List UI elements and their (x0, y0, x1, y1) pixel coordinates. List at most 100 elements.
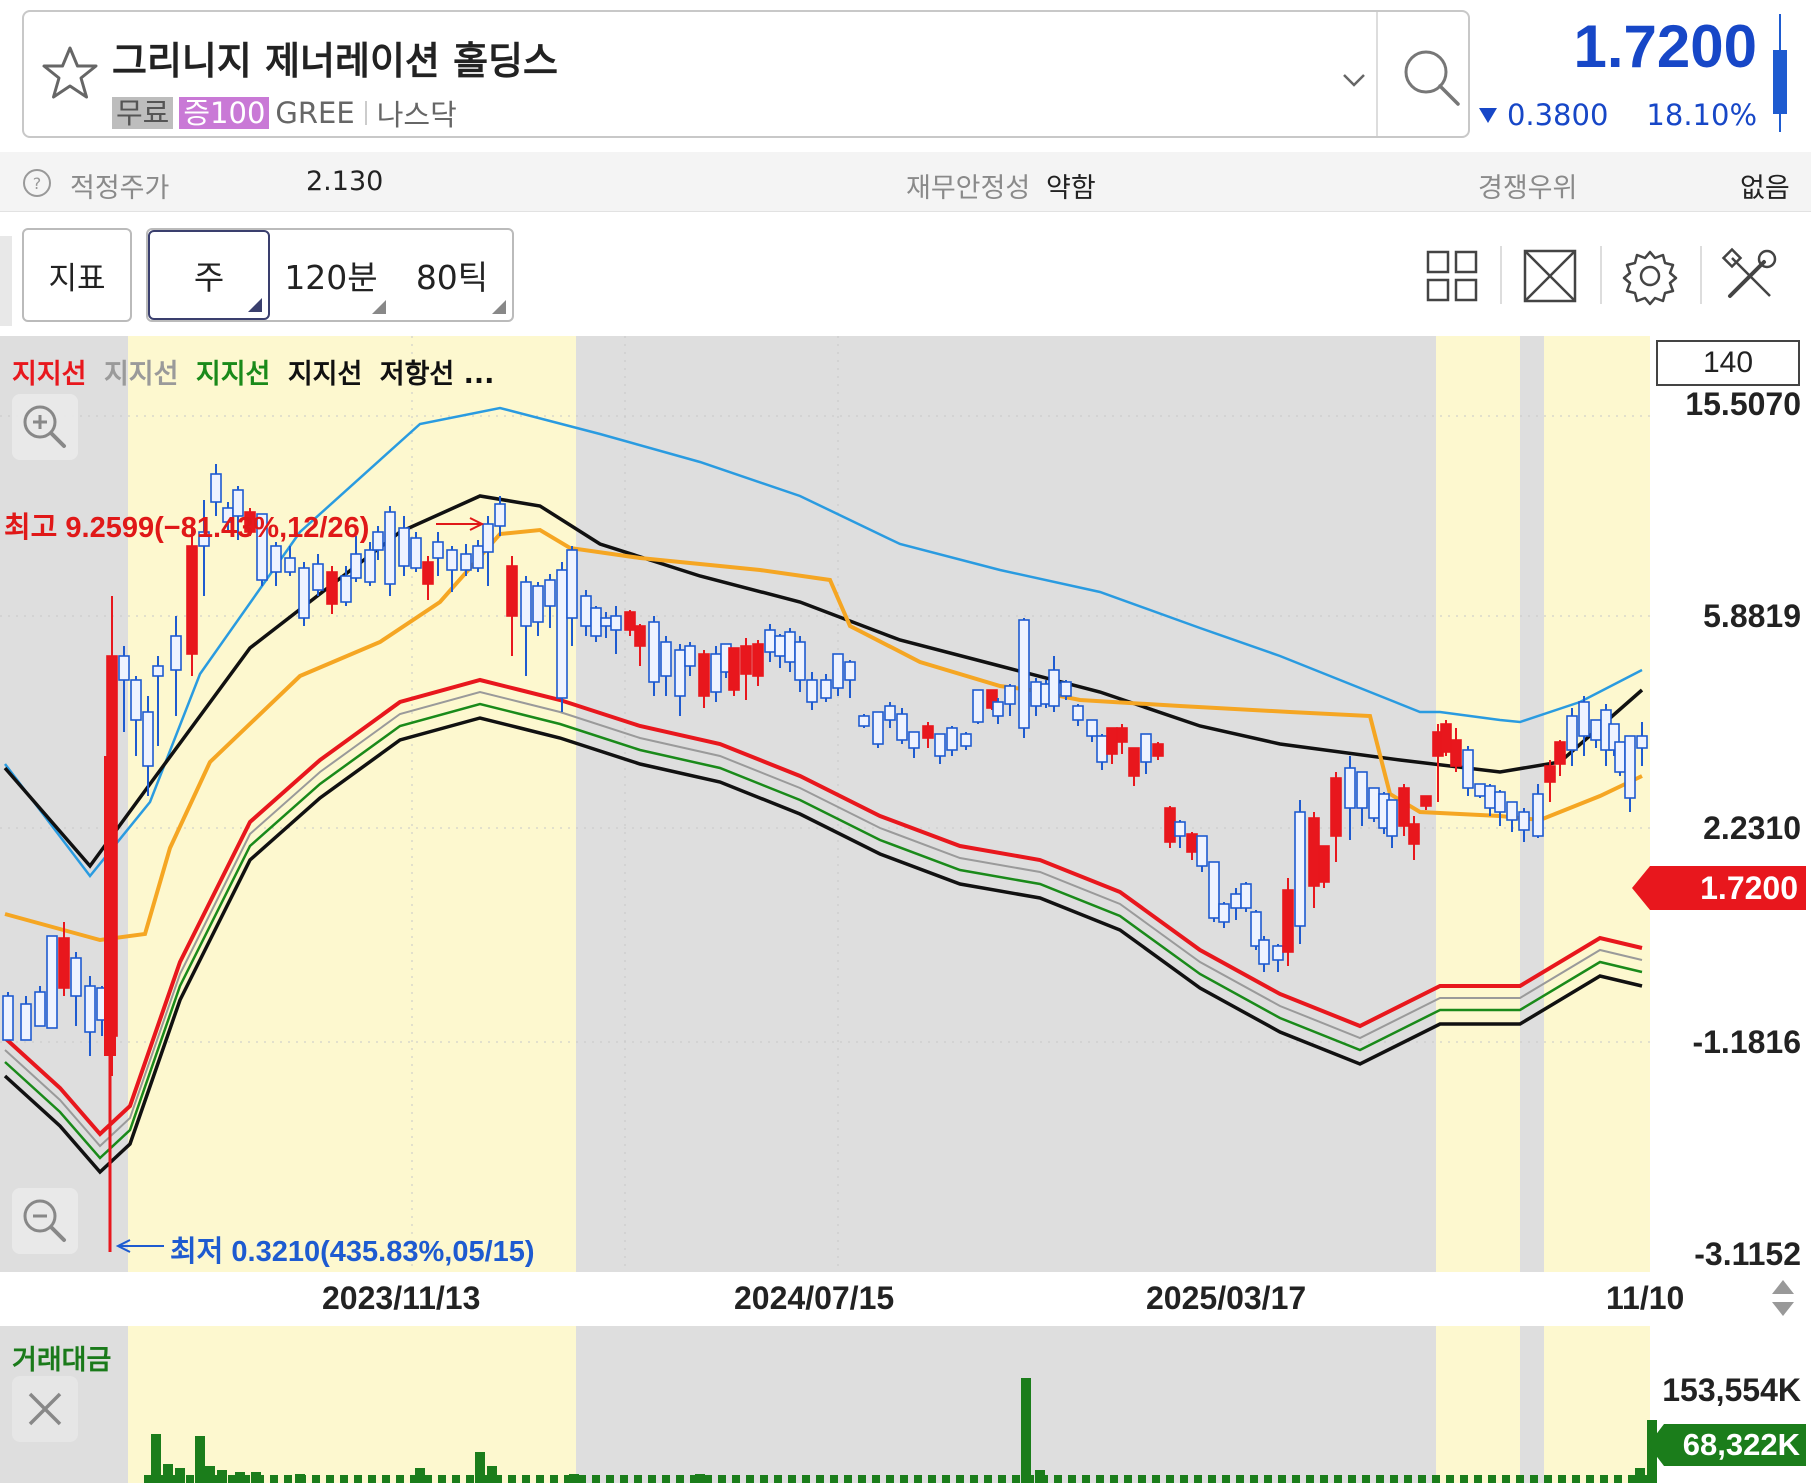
candle-body (20, 1003, 32, 1041)
candle-body (1330, 777, 1342, 837)
fair-price-label: 적정주가 (70, 173, 170, 204)
candle-body (422, 561, 434, 585)
volume-bar (732, 1475, 740, 1483)
candle-body (580, 595, 592, 627)
candle-body (1258, 939, 1270, 965)
candle-body (1106, 727, 1118, 755)
candle-body (398, 527, 410, 567)
candle-body (410, 537, 422, 569)
candle-body (472, 545, 484, 569)
stock-search-box[interactable]: 그리니지 제너레이션 홀딩스 무료 증100 GREE 나스닥 (22, 10, 1470, 138)
candle-body (728, 647, 740, 691)
candle-body (1554, 741, 1566, 765)
stability-label: 재무안정성 (906, 173, 1031, 204)
period-selector: 주 120분 80틱 (146, 228, 514, 322)
market-name: 나스닥 (376, 98, 457, 132)
down-arrow-icon (1478, 108, 1497, 123)
high-price-annotation: 최고 9.2599(−81.43%,12/26) (4, 512, 370, 544)
volume-bar (410, 1475, 418, 1483)
volume-bar (1292, 1475, 1300, 1483)
volume-bar (1334, 1475, 1342, 1483)
chart-band (576, 336, 1436, 1272)
zoom-in-button[interactable] (12, 394, 78, 460)
candle-body (1398, 787, 1410, 827)
period-dropdown-corner (492, 300, 506, 314)
candle-body (590, 607, 602, 637)
period-count-box[interactable]: 140 (1656, 340, 1800, 386)
volume-bar (970, 1475, 978, 1483)
volume-bar (564, 1475, 572, 1483)
search-icon[interactable] (1396, 42, 1466, 112)
candle-body (1294, 811, 1306, 927)
candle-body (1128, 747, 1140, 777)
volume-bar (956, 1475, 964, 1483)
star-icon[interactable] (38, 42, 102, 106)
candle-body (884, 705, 896, 721)
price-chart[interactable] (0, 336, 1811, 1272)
zoom-out-button[interactable] (12, 1188, 78, 1254)
period-dropdown-corner (248, 298, 262, 312)
candle-body (494, 503, 506, 527)
chevron-down-icon[interactable] (1334, 60, 1374, 100)
zoom-out-icon (23, 1199, 66, 1242)
candle-body (1186, 833, 1198, 853)
volume-bar (466, 1475, 474, 1483)
axis-stepper-icon[interactable] (1770, 1276, 1796, 1320)
volume-bar (1418, 1475, 1426, 1483)
candle-body (270, 545, 282, 573)
candle-body (566, 549, 578, 619)
volume-bar (1390, 1475, 1398, 1483)
competitive-value: 없음 (1740, 173, 1790, 204)
period-120min-button[interactable]: 120분 (270, 230, 392, 320)
volume-band (1520, 1326, 1544, 1483)
candle-body (1614, 741, 1626, 773)
candle-body (1356, 771, 1368, 809)
volume-bar (508, 1475, 516, 1483)
candle-body (104, 756, 116, 1056)
volume-bar (1642, 1475, 1650, 1483)
settings-icon[interactable] (1620, 246, 1680, 306)
candle-body (1282, 889, 1294, 953)
candle-body (1230, 893, 1242, 909)
date-label: 2025/03/17 (1146, 1280, 1307, 1316)
ticker-symbol: GREE (275, 96, 355, 130)
candle-body (774, 635, 786, 657)
y-axis-label: 2.2310 (1703, 810, 1801, 846)
volume-bar (1166, 1475, 1174, 1483)
volume-chart[interactable] (0, 1326, 1811, 1483)
margin-badge: 증100 (179, 97, 270, 129)
volume-bar (340, 1475, 348, 1483)
period-80tick-button[interactable]: 80틱 (392, 230, 512, 320)
candle-body (660, 641, 672, 677)
tools-icon[interactable] (1720, 246, 1780, 306)
date-axis[interactable]: 2023/11/13 2024/07/15 2025/03/17 11/10 (0, 1272, 1811, 1326)
candle-body (186, 545, 198, 655)
candle-body (1494, 791, 1506, 813)
candle-body (872, 711, 884, 745)
candle-body (1030, 681, 1042, 707)
period-week-button[interactable]: 주 (148, 230, 270, 320)
candle-body (460, 553, 472, 571)
close-volume-button[interactable] (12, 1376, 78, 1442)
volume-bar (256, 1475, 264, 1483)
indicator-button[interactable]: 지표 (22, 228, 132, 322)
volume-bar (1376, 1475, 1384, 1483)
volume-band (1544, 1326, 1650, 1483)
legend-support-gray: 지지선 (103, 359, 179, 390)
help-icon[interactable]: ? (22, 168, 52, 198)
volume-max-label: 153,554K (1662, 1372, 1801, 1408)
candle-body (908, 731, 920, 749)
candle-body (364, 549, 376, 583)
volume-bar (1306, 1475, 1314, 1483)
volume-bar (480, 1475, 488, 1483)
fullscreen-icon[interactable] (1520, 246, 1580, 306)
layout-grid-icon[interactable] (1422, 246, 1482, 306)
indicator-legend[interactable]: 지지선 지지선 지지선 지지선 저항선 ... (12, 352, 502, 391)
volume-bar (830, 1475, 838, 1483)
volume-bar (550, 1475, 558, 1483)
candle-body (922, 725, 934, 739)
candle-body (1004, 685, 1016, 705)
candle-body (1462, 749, 1474, 789)
side-panel-handle[interactable] (0, 236, 12, 326)
candle-body (896, 713, 908, 741)
